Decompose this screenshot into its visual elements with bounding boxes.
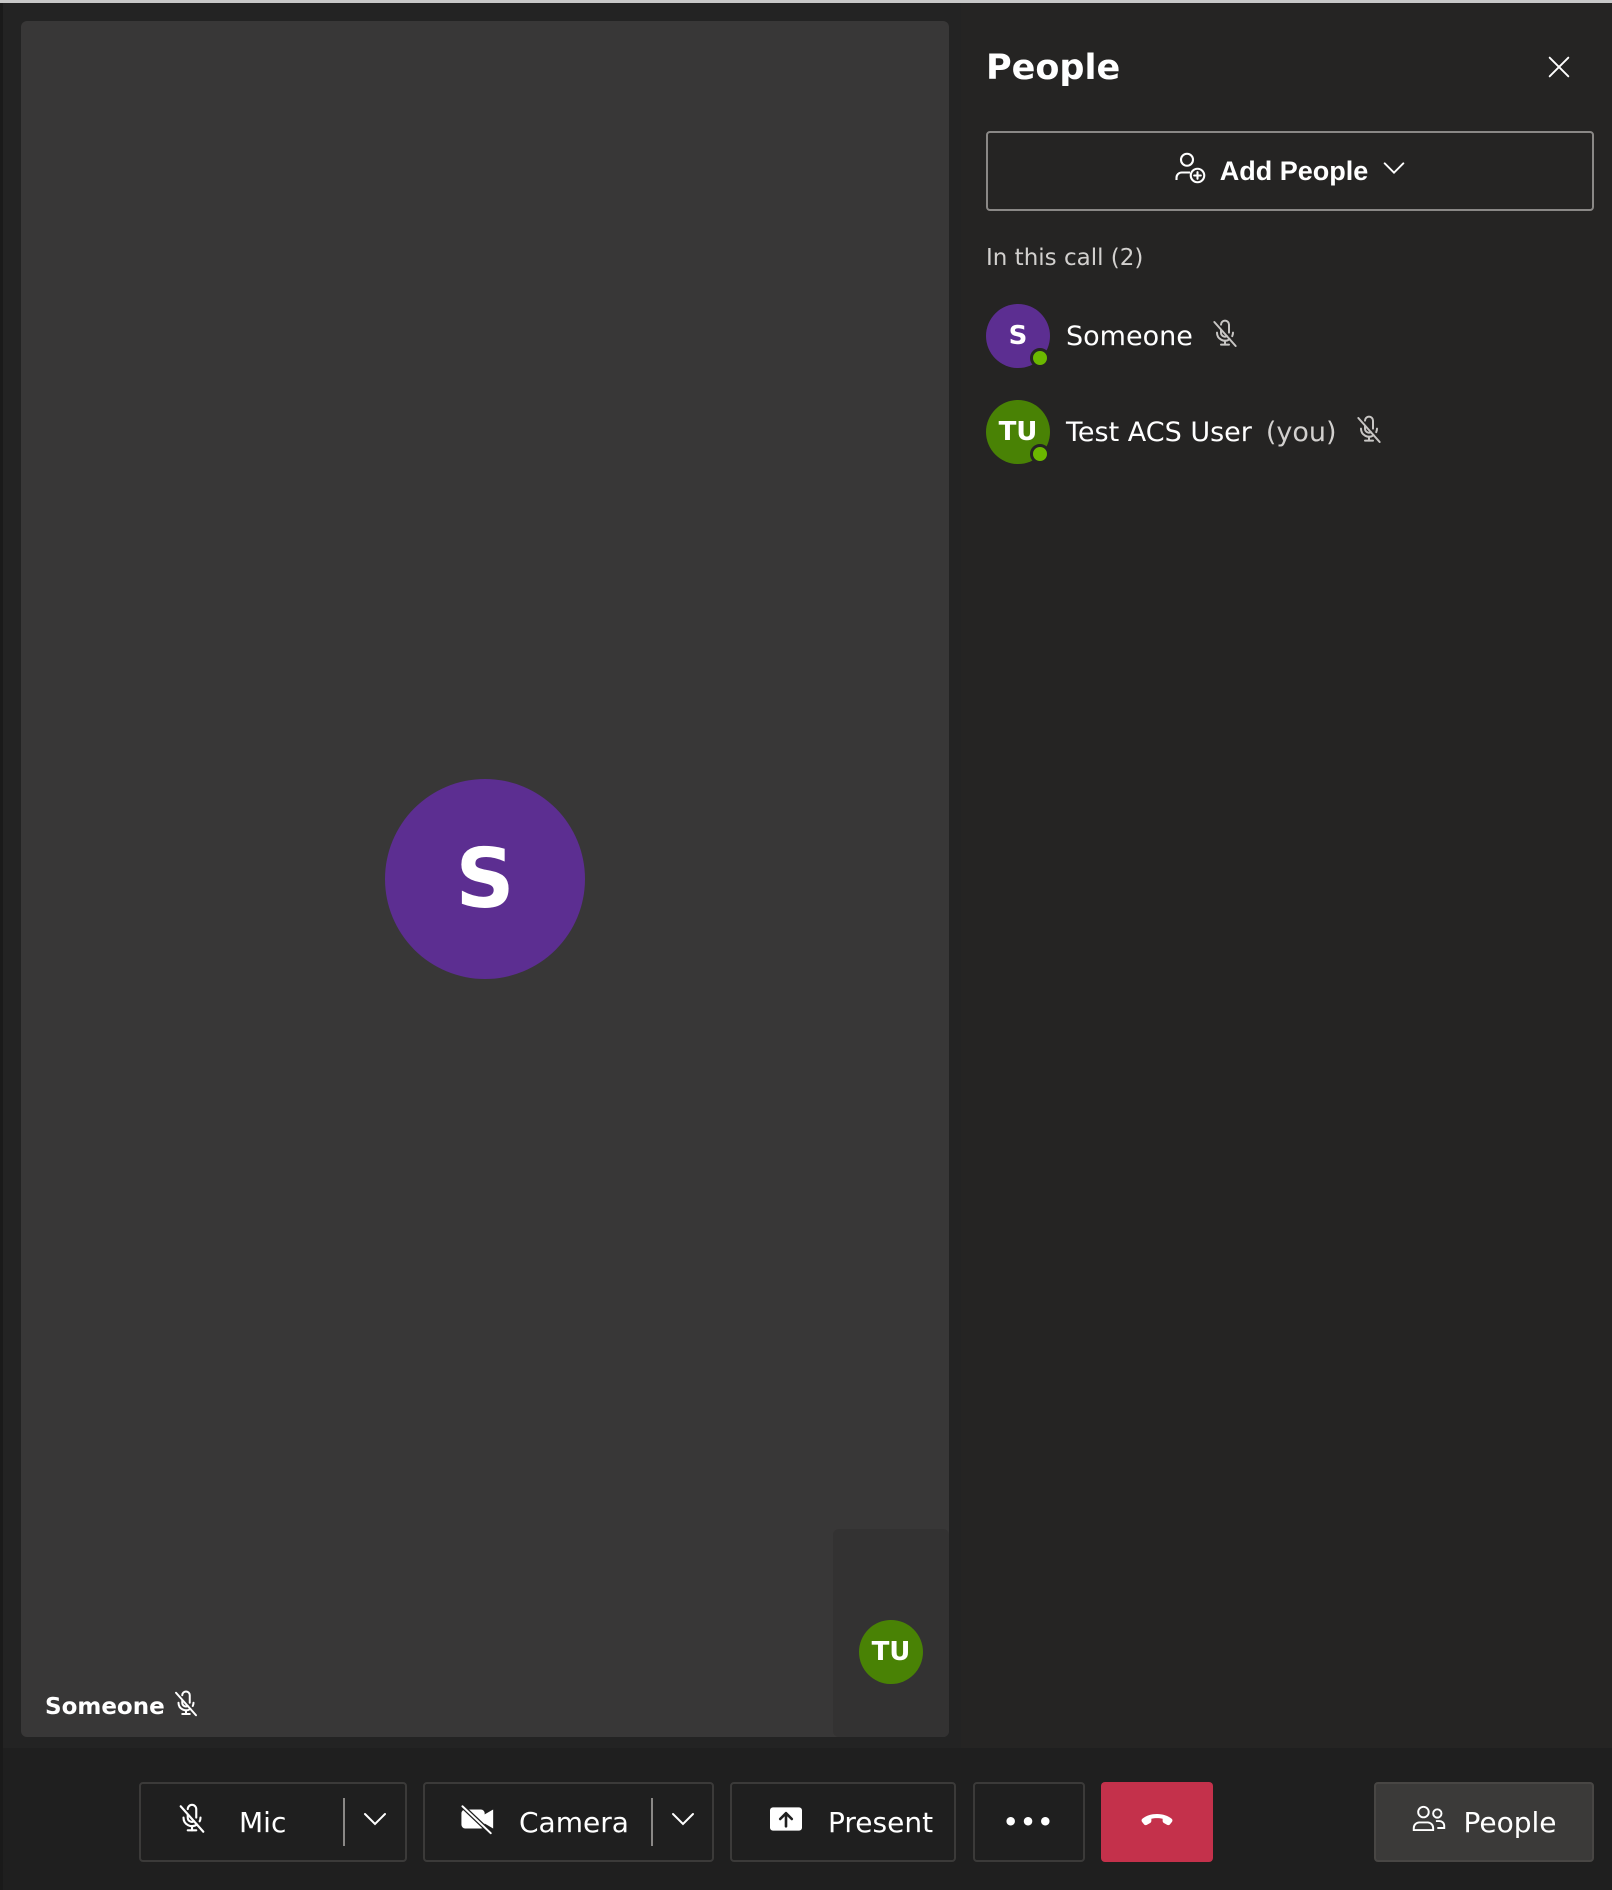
hang-up-icon <box>1139 1810 1175 1834</box>
participant-name: Test ACS User <box>1066 416 1252 448</box>
person-add-icon <box>1172 150 1208 193</box>
remote-video-tile[interactable]: S Someone TU <box>21 21 949 1737</box>
remote-tile-name: Someone <box>45 1694 165 1720</box>
remote-avatar: S <box>385 779 585 979</box>
people-button-label: People <box>1463 1805 1557 1839</box>
mic-off-icon <box>171 1689 201 1725</box>
add-people-button[interactable]: Add People <box>986 131 1594 211</box>
more-options-button[interactable]: ••• <box>973 1782 1085 1862</box>
people-toggle-button[interactable]: People <box>1374 1782 1594 1862</box>
camera-split-button: Camera <box>423 1782 714 1862</box>
presence-available-icon <box>1030 444 1050 464</box>
remote-tile-label: Someone <box>45 1689 201 1725</box>
mic-off-icon <box>1353 414 1385 450</box>
mic-button[interactable]: Mic <box>141 1784 343 1860</box>
close-icon <box>1545 53 1573 85</box>
present-label: Present <box>828 1805 934 1839</box>
add-people-label: Add People <box>1219 155 1369 186</box>
mic-off-icon <box>1209 318 1241 354</box>
present-button[interactable]: Present <box>730 1782 956 1862</box>
mic-off-icon <box>175 1802 209 1843</box>
mic-label: Mic <box>239 1805 287 1839</box>
local-video-tile[interactable]: TU <box>833 1529 949 1737</box>
participant-name: Someone <box>1066 320 1193 352</box>
camera-options-button[interactable] <box>653 1784 712 1860</box>
people-icon <box>1411 1803 1447 1842</box>
camera-off-icon <box>459 1802 497 1843</box>
participant-item[interactable]: S Someone <box>986 303 1241 369</box>
panel-title: People <box>986 48 1121 88</box>
avatar: S <box>986 304 1050 368</box>
participant-item[interactable]: TU Test ACS User (you) <box>986 399 1385 465</box>
close-panel-button[interactable] <box>1539 49 1579 89</box>
people-panel: People Add People In this call (2) S Som… <box>961 3 1612 1748</box>
video-stage: S Someone TU <box>3 3 961 1748</box>
camera-label: Camera <box>519 1805 629 1839</box>
mic-split-button: Mic <box>139 1782 407 1862</box>
local-avatar: TU <box>859 1620 923 1684</box>
chevron-down-icon <box>360 1804 390 1841</box>
chevron-down-icon <box>668 1804 698 1841</box>
chevron-down-icon <box>1380 154 1408 189</box>
mic-options-button[interactable] <box>345 1784 405 1860</box>
participant-you-suffix: (you) <box>1265 416 1337 448</box>
camera-button[interactable]: Camera <box>425 1784 651 1860</box>
avatar: TU <box>986 400 1050 464</box>
share-screen-icon <box>768 1803 804 1842</box>
in-call-section-label: In this call (2) <box>986 245 1144 271</box>
end-call-button[interactable] <box>1101 1782 1213 1862</box>
presence-available-icon <box>1030 348 1050 368</box>
more-icon: ••• <box>1002 1808 1056 1836</box>
